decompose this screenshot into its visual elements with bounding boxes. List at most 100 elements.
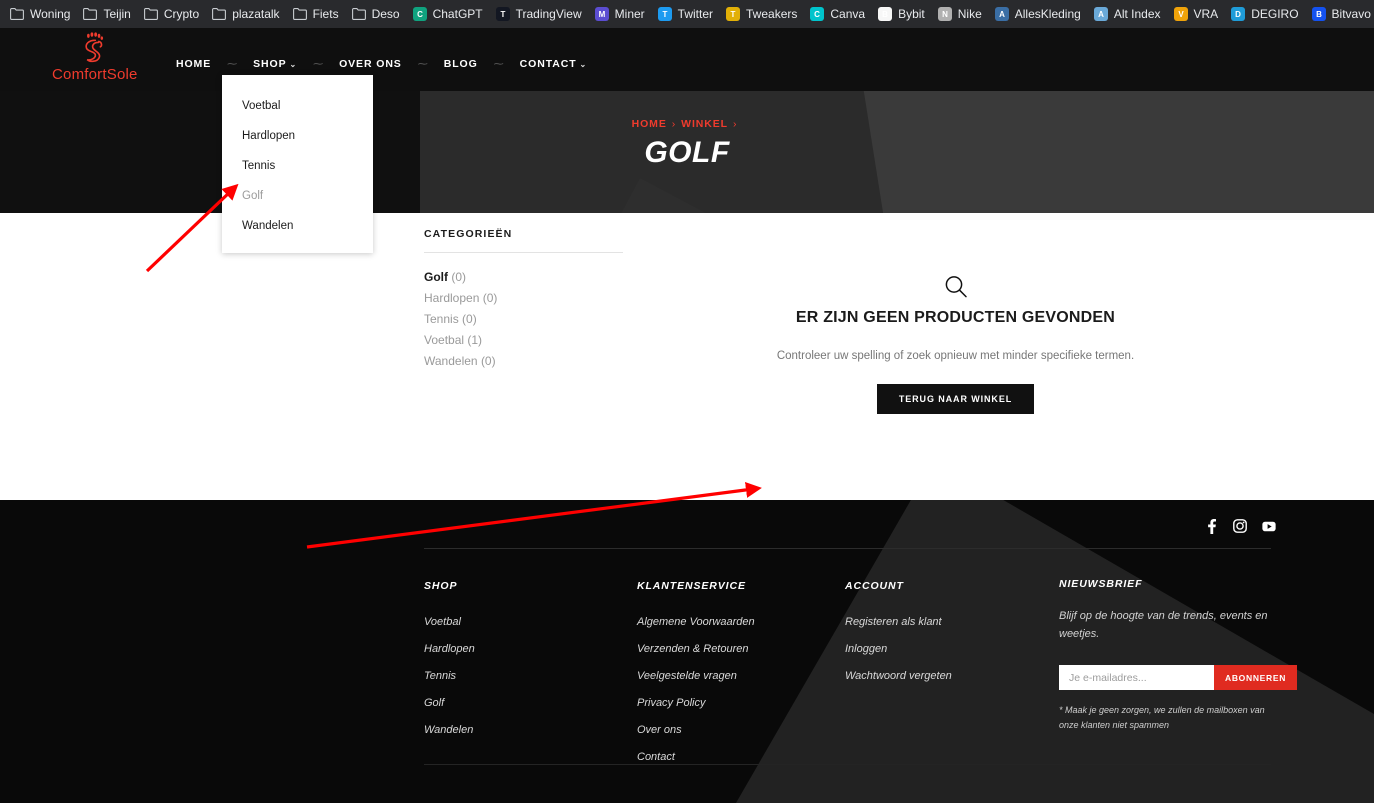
footer-link-privacy-policy[interactable]: Privacy Policy	[637, 693, 845, 713]
bookmark-nike[interactable]: N Nike	[932, 3, 989, 25]
breadcrumb: HOME › WINKEL ›	[0, 118, 1374, 130]
bookmark-tweakers[interactable]: T Tweakers	[720, 3, 804, 25]
bookmark-label: AllesKleding	[1014, 7, 1081, 21]
nav-item-over-ons[interactable]: OVER ONS	[333, 54, 408, 74]
vra-icon: V	[1173, 6, 1189, 22]
bookmark-miner[interactable]: M Miner	[589, 3, 652, 25]
bookmark-vra[interactable]: V VRA	[1168, 3, 1226, 25]
footer-column-heading: ACCOUNT	[845, 580, 904, 592]
bookmark-bybit[interactable]: B Bybit	[872, 3, 932, 25]
browser-bookmarks-bar: Woning Teijin Crypto plazatalk Fiets Deso C Cha…	[0, 0, 1374, 28]
footer-link-inloggen[interactable]: Inloggen	[845, 639, 1059, 659]
bookmark-label: Tweakers	[746, 7, 798, 21]
youtube-icon[interactable]	[1262, 518, 1276, 534]
site-logo-text: ComfortSole	[52, 66, 138, 83]
facebook-icon[interactable]	[1204, 518, 1218, 534]
category-count: (0)	[482, 291, 498, 305]
bookmark-label: ChatGPT	[432, 7, 483, 21]
bookmark-chatgpt[interactable]: C ChatGPT	[407, 3, 490, 25]
footer-link-registeren-als-klant[interactable]: Registeren als klant	[845, 612, 1059, 632]
breadcrumb-item-winkel[interactable]: WINKEL	[681, 118, 728, 130]
bookmark-label: Woning	[30, 7, 71, 21]
shop-dropdown-item-golf[interactable]: Golf	[222, 181, 373, 211]
shop-dropdown-item-wandelen[interactable]: Wandelen	[222, 211, 373, 241]
footer-column-shop: SHOP Voetbal Hardlopen Tennis Golf Wandelen	[424, 580, 637, 774]
category-item-wandelen[interactable]: Wandelen (0)	[424, 351, 624, 372]
shop-dropdown-item-voetbal[interactable]: Voetbal	[222, 91, 373, 121]
newsletter-description: Blijf op de hoogte van de trends, events…	[1059, 610, 1268, 640]
bookmark-alt-index[interactable]: A Alt Index	[1088, 3, 1168, 25]
nav-separator-icon: ⁓	[313, 58, 324, 70]
footer-link-wandelen[interactable]: Wandelen	[424, 720, 637, 740]
nav-item-blog[interactable]: BLOG	[438, 54, 484, 74]
footer-column-heading: SHOP	[424, 580, 458, 592]
bookmark-tradingview[interactable]: T TradingView	[490, 3, 589, 25]
category-label: Tennis	[424, 312, 463, 326]
bybit-icon: B	[877, 6, 893, 22]
category-count: (0)	[462, 312, 477, 326]
footer-link-hardlopen[interactable]: Hardlopen	[424, 639, 637, 659]
bookmark-teijin[interactable]: Teijin	[77, 3, 137, 25]
newsletter-form: ABONNEREN	[1059, 665, 1298, 690]
footer-link-golf[interactable]: Golf	[424, 693, 637, 713]
folder-icon	[9, 6, 25, 22]
empty-results-block: ER ZIJN GEEN PRODUCTEN GEVONDEN Controle…	[624, 273, 1287, 414]
nav-item-label: HOME	[176, 58, 212, 70]
breadcrumb-item-home[interactable]: HOME	[632, 118, 667, 130]
nav-item-label: CONTACT	[519, 58, 577, 70]
nav-item-label: BLOG	[443, 58, 478, 70]
svg-text:A: A	[999, 10, 1005, 19]
bookmark-label: Crypto	[163, 7, 200, 21]
category-item-hardlopen[interactable]: Hardlopen (0)	[424, 288, 624, 309]
svg-text:C: C	[814, 10, 820, 19]
bookmark-twitter[interactable]: T Twitter	[652, 3, 720, 25]
bookmark-alleskleding[interactable]: A AllesKleding	[989, 3, 1088, 25]
folder-icon	[351, 6, 367, 22]
site-logo[interactable]: ComfortSole	[52, 30, 138, 88]
folder-icon	[292, 6, 308, 22]
footer-link-veelgestelde-vragen[interactable]: Veelgestelde vragen	[637, 666, 845, 686]
newsletter-subscribe-button[interactable]: ABONNEREN	[1214, 665, 1298, 690]
category-item-voetbal[interactable]: Voetbal (1)	[424, 330, 624, 351]
empty-results-subtitle: Controleer uw spelling of zoek opnieuw m…	[776, 350, 1135, 362]
folder-icon	[143, 6, 159, 22]
bookmark-plazatalk[interactable]: plazatalk	[206, 3, 286, 25]
nav-item-home[interactable]: HOME	[170, 54, 217, 74]
bookmark-bitvavo[interactable]: B Bitvavo	[1306, 3, 1374, 25]
shop-dropdown-item-tennis[interactable]: Tennis	[222, 151, 373, 181]
category-item-golf[interactable]: Golf (0)	[424, 267, 624, 288]
bookmark-woning[interactable]: Woning	[4, 3, 77, 25]
site-footer: SHOP Voetbal Hardlopen Tennis Golf Wandelen KL…	[0, 500, 1374, 803]
category-item-tennis[interactable]: Tennis (0)	[424, 309, 624, 330]
back-to-shop-button[interactable]: TERUG NAAR WINKEL	[876, 384, 1035, 414]
newsletter-heading: NIEUWSBRIEF	[1059, 578, 1143, 590]
nav-item-shop[interactable]: SHOP ⌄	[247, 54, 303, 74]
category-label: Golf	[424, 270, 452, 284]
canva-icon: C	[809, 6, 825, 22]
bookmark-fiets[interactable]: Fiets	[287, 3, 346, 25]
footer-link-verzenden-retouren[interactable]: Verzenden & Retouren	[637, 639, 845, 659]
newsletter-email-input[interactable]	[1059, 665, 1214, 690]
svg-text:N: N	[942, 10, 948, 19]
footer-link-algemene-voorwaarden[interactable]: Algemene Voorwaarden	[637, 612, 845, 632]
bookmark-degiro[interactable]: D DEGIRO	[1225, 3, 1305, 25]
nav-item-label: OVER ONS	[339, 58, 402, 70]
tradingview-icon: T	[495, 6, 511, 22]
miner-icon: M	[594, 6, 610, 22]
footer-link-over-ons[interactable]: Over ons	[637, 720, 845, 740]
bookmark-canva[interactable]: C Canva	[804, 3, 872, 25]
page-title: GOLF	[644, 136, 730, 169]
bookmark-label: Twitter	[677, 7, 714, 21]
footer-link-voetbal[interactable]: Voetbal	[424, 612, 637, 632]
shop-dropdown-item-hardlopen[interactable]: Hardlopen	[222, 121, 373, 151]
svg-text:C: C	[417, 10, 423, 19]
nav-separator-icon: ⁓	[493, 58, 504, 70]
bookmark-label: Deso	[371, 7, 400, 21]
bookmark-crypto[interactable]: Crypto	[138, 3, 206, 25]
footer-link-tennis[interactable]: Tennis	[424, 666, 637, 686]
footer-link-wachtwoord-vergeten[interactable]: Wachtwoord vergeten	[845, 666, 1059, 686]
nav-item-contact[interactable]: CONTACT ⌄	[514, 54, 593, 74]
instagram-icon[interactable]	[1233, 518, 1247, 534]
bookmark-deso[interactable]: Deso	[346, 3, 407, 25]
svg-text:T: T	[731, 10, 736, 19]
